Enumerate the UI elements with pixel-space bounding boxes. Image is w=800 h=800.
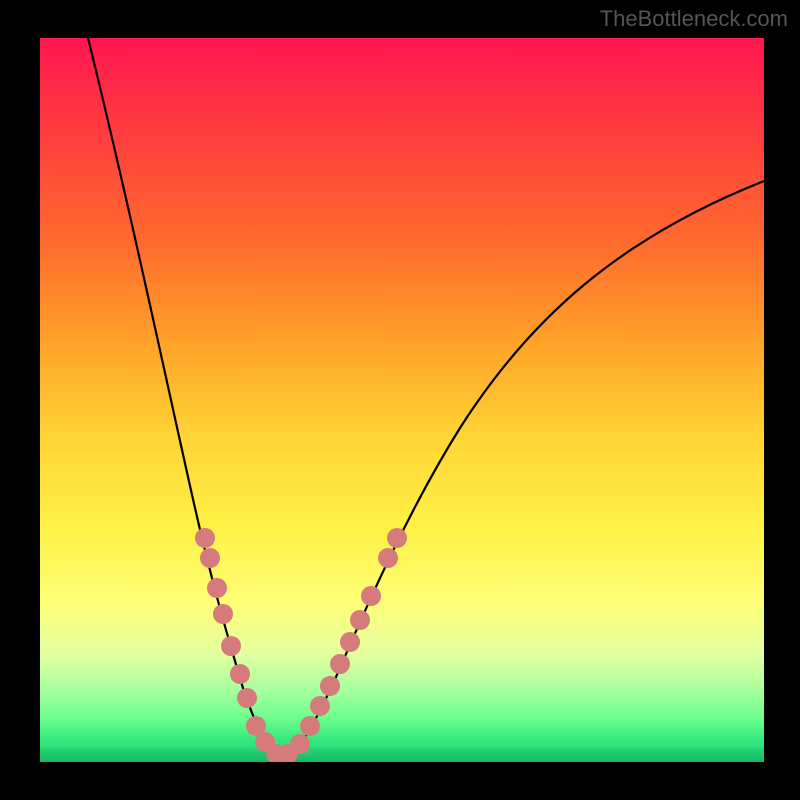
- data-dot: [350, 610, 370, 630]
- data-dot: [195, 528, 215, 548]
- data-dot: [213, 604, 233, 624]
- data-dot: [207, 578, 227, 598]
- dots-group: [195, 528, 407, 762]
- data-dot: [290, 734, 310, 754]
- data-dot: [200, 548, 220, 568]
- data-dot: [310, 696, 330, 716]
- plot-area: [40, 38, 764, 762]
- data-dot: [330, 654, 350, 674]
- chart-container: TheBottleneck.com: [0, 0, 800, 800]
- data-dot: [340, 632, 360, 652]
- data-dot: [378, 548, 398, 568]
- data-dot: [387, 528, 407, 548]
- right-curve: [289, 181, 764, 760]
- data-dot: [300, 716, 320, 736]
- data-dot: [221, 636, 241, 656]
- data-dot: [237, 688, 257, 708]
- watermark-text: TheBottleneck.com: [600, 6, 788, 32]
- data-dot: [361, 586, 381, 606]
- chart-svg: [40, 38, 764, 762]
- left-curve: [88, 38, 276, 760]
- data-dot: [230, 664, 250, 684]
- data-dot: [320, 676, 340, 696]
